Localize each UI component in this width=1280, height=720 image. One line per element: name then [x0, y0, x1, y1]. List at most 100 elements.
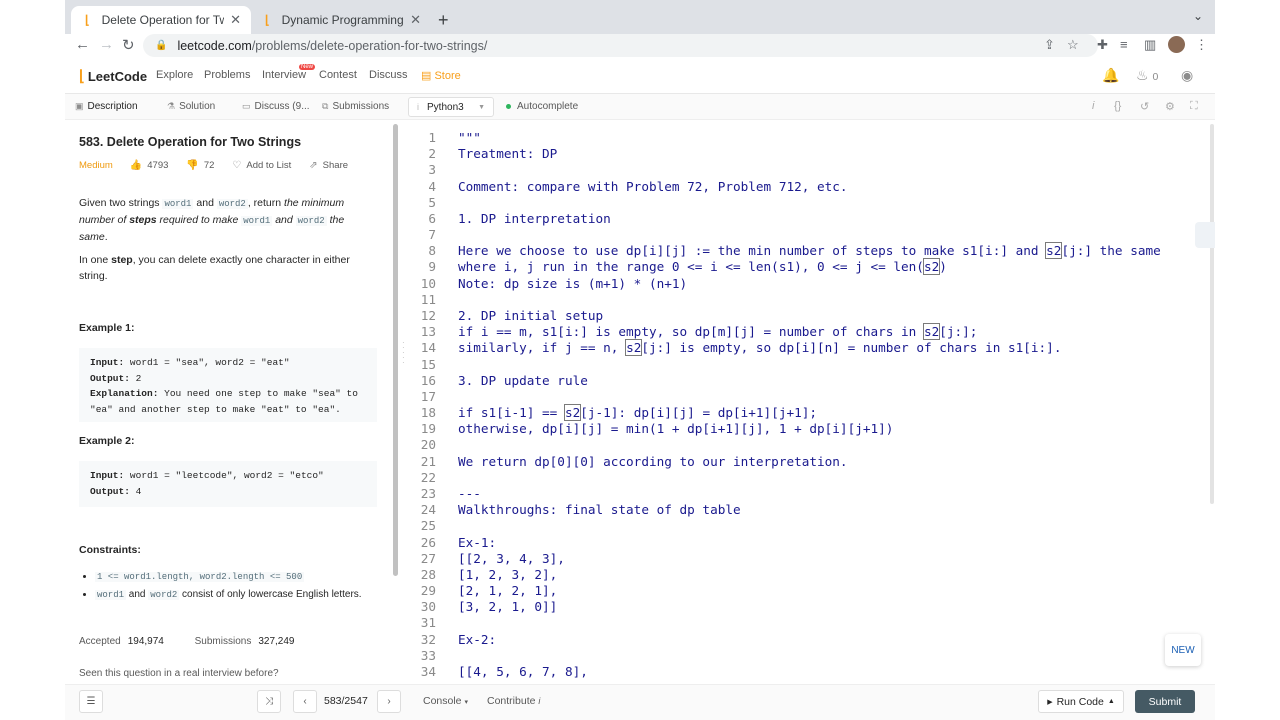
braces-icon[interactable]: {}	[1114, 100, 1121, 112]
example-1-heading: Example 1:	[79, 322, 135, 334]
chevron-down-icon: ▾	[464, 699, 468, 706]
tab-description[interactable]: ▣ Description	[75, 101, 138, 112]
new-badge: New	[299, 64, 316, 70]
constraints-heading: Constraints:	[79, 544, 141, 556]
url-host: leetcode.com	[177, 38, 252, 53]
code-line: 31	[408, 615, 1208, 631]
console-label: Console	[423, 695, 462, 707]
line-number: 10	[420, 275, 436, 291]
bookmark-star-icon[interactable]: ☆	[1067, 37, 1079, 53]
tab-dp-practice[interactable]: ⌊ Dynamic Programming Practice ✕	[251, 6, 431, 34]
url-path: /problems/delete-operation-for-two-strin…	[251, 38, 488, 53]
reload-icon[interactable]: ↻	[122, 36, 135, 54]
like-button[interactable]: 👍 4793	[130, 160, 169, 171]
label: Output:	[90, 372, 130, 384]
thumbs-down-icon: 👎	[186, 160, 199, 171]
random-problem-button[interactable]: ⤨	[257, 690, 281, 713]
line-number: 27	[420, 550, 436, 566]
new-feature-button[interactable]: NEW	[1165, 634, 1201, 666]
tab-close-icon[interactable]: ✕	[410, 12, 421, 28]
tab-solution[interactable]: ⚗ Solution	[167, 101, 215, 112]
info-icon[interactable]: i	[1092, 100, 1094, 112]
line-number: 4	[428, 178, 436, 194]
code-line: 2 Treatment: DP	[408, 146, 1208, 162]
description-scrollbar[interactable]	[393, 124, 398, 576]
step-statement: In one step, you can delete exactly one …	[79, 252, 369, 284]
forward-icon[interactable]: →	[99, 36, 114, 53]
new-tab-button[interactable]: +	[438, 10, 449, 31]
code-editor[interactable]: 1 """ 2 Treatment: DP 3 4 Comment: compare wit…	[408, 120, 1215, 680]
side-panel-tab[interactable]	[1195, 222, 1215, 248]
submissions-icon: ⧉	[322, 101, 329, 111]
fullscreen-icon[interactable]: ⛶	[1190, 100, 1198, 113]
line-number: 14	[420, 340, 436, 356]
code-line: 27 [[2, 3, 4, 3],	[408, 551, 1208, 567]
code-line: 13 if i == m, s1[i:] is empty, so dp[m][j…	[408, 323, 1208, 341]
line-number: 5	[428, 194, 436, 210]
panel-resize-handle[interactable]: · · · · ·	[402, 339, 405, 367]
line-number: 29	[420, 583, 436, 599]
info-icon: i	[417, 102, 419, 112]
share-icon: ⇗	[309, 160, 318, 171]
example-line: Input: word1 = "sea", word2 = "eat"	[90, 355, 366, 371]
coins-button[interactable]: ♨ 0	[1136, 67, 1158, 84]
browser-menu-icon[interactable]: ⋮	[1195, 37, 1208, 53]
address-bar-row: ← → ↻ 🔒 leetcode.com/problems/delete-ope…	[65, 34, 1215, 57]
constraint-item: 1 <= word1.length, word2.length <= 500	[95, 569, 375, 586]
right-margin	[1215, 0, 1280, 720]
text: step	[111, 254, 133, 266]
text: , return	[247, 197, 285, 209]
value: 2	[129, 372, 142, 384]
match-highlight: s2	[563, 404, 582, 422]
autocomplete-toggle[interactable]: Autocomplete	[506, 101, 578, 112]
line-number: 23	[420, 485, 436, 501]
extensions-icon[interactable]: ✚	[1097, 37, 1108, 53]
nav-discuss[interactable]: Discuss	[369, 69, 408, 81]
problem-list-button[interactable]: ☰	[79, 690, 103, 713]
tab-discuss[interactable]: ▭ Discuss (9...	[242, 101, 310, 112]
tab-close-icon[interactable]: ✕	[230, 12, 241, 28]
code-text: 3. DP update rule	[458, 372, 588, 388]
next-problem-button[interactable]: ›	[377, 690, 401, 713]
shuffle-icon: ⤨	[265, 696, 273, 707]
tab-submissions[interactable]: ⧉ Submissions	[322, 101, 389, 112]
reset-icon[interactable]: ↺	[1140, 100, 1149, 113]
nav-problems[interactable]: Problems	[204, 69, 250, 81]
code-text: [[4, 5, 6, 7, 8],	[458, 663, 588, 679]
dislike-button[interactable]: 👎 72	[186, 160, 214, 171]
tab-leetcode-problem[interactable]: ⌊ Delete Operation for Two Strings ✕	[71, 6, 251, 34]
user-icon[interactable]: ◉	[1181, 67, 1193, 84]
example-line: Output: 2	[90, 371, 366, 387]
nav-store[interactable]: ▤ Store	[421, 69, 461, 82]
submit-button[interactable]: Submit	[1135, 690, 1195, 713]
tab-strip: ⌊ Delete Operation for Two Strings ✕ ⌊ D…	[65, 0, 1215, 34]
language-select[interactable]: i Python3 ▼	[408, 97, 494, 117]
nav-contest[interactable]: Contest	[319, 69, 357, 81]
chevron-left-icon: ‹	[303, 696, 307, 707]
code-line: 14 similarly, if j == n, s2[j:] is empty,…	[408, 339, 1208, 357]
nav-interview[interactable]: Interview	[262, 69, 306, 81]
side-panel-icon[interactable]: ▥	[1144, 37, 1156, 53]
code-text: otherwise, dp[i][j] = min(1 + dp[i+1][j]…	[458, 421, 894, 437]
run-code-button[interactable]: ▶ Run Code ▲	[1038, 690, 1124, 713]
reading-list-icon[interactable]: ≡	[1120, 37, 1128, 52]
settings-icon[interactable]: ⚙	[1165, 100, 1175, 113]
share-page-icon[interactable]: ⇪	[1044, 37, 1055, 53]
match-highlight: s2	[625, 339, 643, 357]
share-button[interactable]: ⇗ Share	[309, 160, 348, 171]
line-number: 12	[420, 307, 436, 323]
prev-problem-button[interactable]: ‹	[293, 690, 317, 713]
profile-avatar[interactable]	[1168, 36, 1185, 53]
tab-search-chevron-icon[interactable]: ⌄	[1193, 9, 1203, 23]
editor-scrollbar[interactable]	[1210, 124, 1214, 504]
submissions-label: Submissions	[194, 636, 252, 647]
url-field[interactable]: 🔒 leetcode.com/problems/delete-operation…	[143, 34, 1098, 57]
nav-explore[interactable]: Explore	[156, 69, 193, 81]
add-to-list-button[interactable]: ♡ Add to List	[232, 160, 291, 171]
console-button[interactable]: Console ▾	[423, 695, 468, 707]
contribute-button[interactable]: Contribute i	[487, 695, 540, 707]
description-icon: ▣	[75, 101, 84, 111]
back-icon[interactable]: ←	[75, 36, 90, 53]
leetcode-logo[interactable]: ⌊ LeetCode	[79, 67, 147, 85]
bell-icon[interactable]: 🔔	[1102, 67, 1119, 84]
